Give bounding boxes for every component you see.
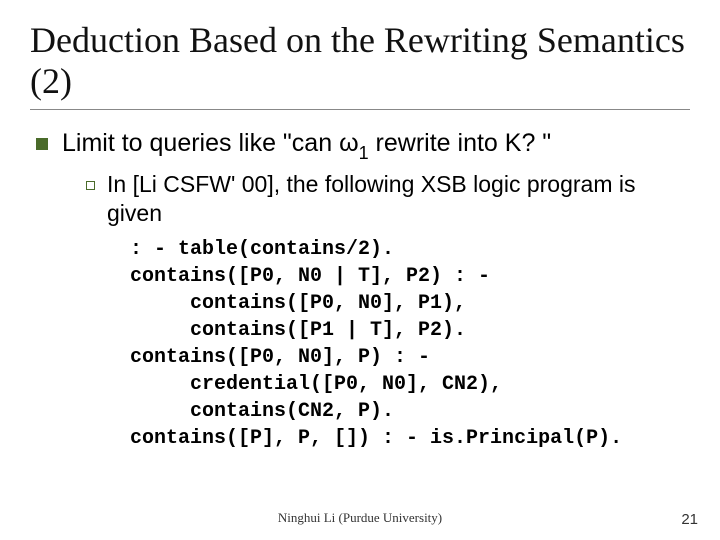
bullet1-omega: ω	[339, 129, 359, 157]
bullet-level2: In [Li CSFW' 00], the following XSB logi…	[30, 170, 690, 228]
page-number: 21	[681, 511, 698, 528]
title-block: Deduction Based on the Rewriting Semanti…	[30, 20, 690, 110]
square-outline-bullet-icon	[86, 181, 95, 190]
bullet1-sub: 1	[359, 143, 369, 163]
slide: Deduction Based on the Rewriting Semanti…	[0, 0, 720, 540]
code-block: : - table(contains/2). contains([P0, N0 …	[130, 236, 690, 452]
bullet2-text: In [Li CSFW' 00], the following XSB logi…	[107, 170, 690, 228]
footer-author: Ninghui Li (Purdue University)	[0, 510, 720, 526]
bullet1-pre: Limit to queries like "can	[62, 129, 339, 157]
slide-title: Deduction Based on the Rewriting Semanti…	[30, 20, 690, 103]
square-bullet-icon	[36, 138, 48, 150]
bullet1-post: rewrite into K? "	[369, 129, 552, 157]
bullet1-text: Limit to queries like "can ω1 rewrite in…	[62, 128, 551, 163]
bullet-level1: Limit to queries like "can ω1 rewrite in…	[30, 128, 690, 163]
